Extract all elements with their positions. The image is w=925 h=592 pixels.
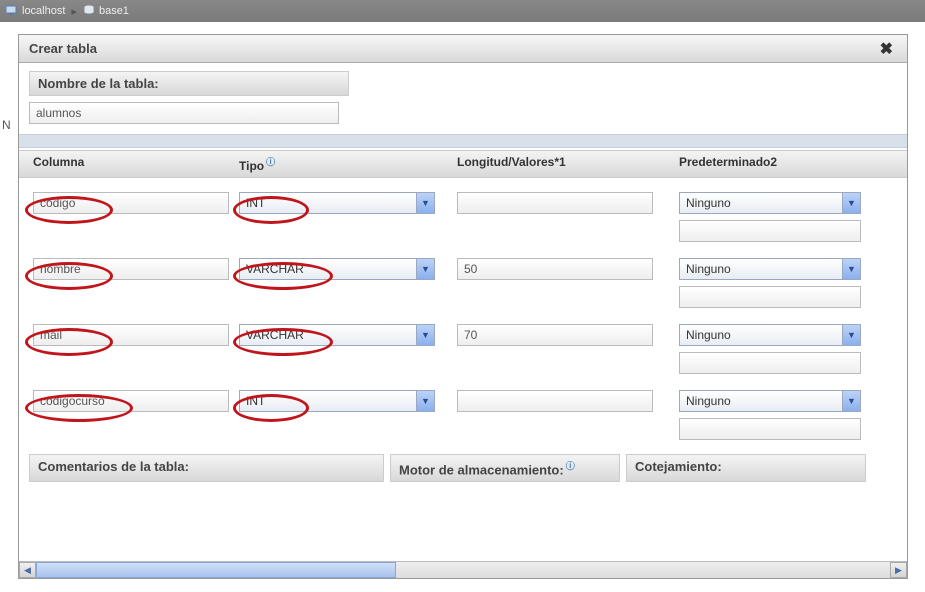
column-default-value-input[interactable] [679,286,861,308]
table-row: INT ▼ Ninguno ▼ [19,382,907,448]
scroll-thumb[interactable] [36,562,396,578]
column-name-input[interactable] [33,258,229,280]
column-length-input[interactable] [457,390,653,412]
column-default-select[interactable]: Ninguno ▼ [679,390,861,412]
column-type-select[interactable]: VARCHAR ▼ [239,324,435,346]
column-type-select[interactable]: INT ▼ [239,390,435,412]
scroll-track[interactable] [36,562,890,578]
chevron-down-icon: ▼ [842,259,860,279]
chevron-down-icon: ▼ [416,259,434,279]
horizontal-scrollbar[interactable]: ◀ ▶ [19,561,907,578]
column-length-input[interactable] [457,192,653,214]
label-motor: Motor de almacenamiento:ⓘ [390,454,620,482]
header-tipo: Tipoⓘ [239,155,457,173]
header-columna: Columna [19,155,239,173]
dialog-body: Nombre de la tabla: Columna Tipoⓘ Longit… [19,63,907,561]
header-longitud: Longitud/Valores*1 [457,155,679,173]
chevron-down-icon: ▼ [842,391,860,411]
column-name-input[interactable] [33,390,229,412]
chevron-down-icon: ▼ [842,325,860,345]
chevron-down-icon: ▼ [416,193,434,213]
label-comentarios: Comentarios de la tabla: [29,454,384,482]
table-row: INT ▼ Ninguno ▼ [19,184,907,250]
column-length-input[interactable] [457,258,653,280]
scroll-left-icon[interactable]: ◀ [19,562,36,578]
column-default-select[interactable]: Ninguno ▼ [679,192,861,214]
fields-rows: INT ▼ Ninguno ▼ [19,178,907,448]
table-row: VARCHAR ▼ Ninguno ▼ [19,250,907,316]
breadcrumb-bar: localhost ▸ base1 [0,0,925,22]
chevron-down-icon: ▼ [416,325,434,345]
database-icon [83,4,95,19]
table-name-input[interactable] [29,102,339,124]
separator-band [19,134,907,148]
close-icon[interactable]: ✖ [876,39,897,59]
label-cotejamiento: Cotejamiento: [626,454,866,482]
breadcrumb-host[interactable]: localhost [22,5,65,17]
dialog-titlebar[interactable]: Crear tabla ✖ [19,35,907,63]
create-table-dialog: Crear tabla ✖ Nombre de la tabla: Column… [18,34,908,579]
columns-header-row: Columna Tipoⓘ Longitud/Valores*1 Predete… [19,150,907,178]
table-row: VARCHAR ▼ Ninguno ▼ [19,316,907,382]
server-icon [6,5,18,18]
header-predeterminado: Predeterminado2 [679,155,879,173]
background-text: N [2,118,11,132]
column-type-select[interactable]: VARCHAR ▼ [239,258,435,280]
column-length-input[interactable] [457,324,653,346]
column-default-value-input[interactable] [679,352,861,374]
dialog-title: Crear tabla [29,41,97,56]
column-default-select[interactable]: Ninguno ▼ [679,258,861,280]
column-type-select[interactable]: INT ▼ [239,192,435,214]
column-name-input[interactable] [33,192,229,214]
chevron-down-icon: ▼ [842,193,860,213]
chevron-down-icon: ▼ [416,391,434,411]
bottom-section-labels: Comentarios de la tabla: Motor de almace… [19,454,907,482]
table-name-label: Nombre de la tabla: [29,71,349,96]
column-default-value-input[interactable] [679,418,861,440]
scroll-right-icon[interactable]: ▶ [890,562,907,578]
help-icon[interactable]: ⓘ [266,157,275,167]
help-icon[interactable]: ⓘ [566,461,575,471]
breadcrumb-separator-icon: ▸ [71,5,77,18]
column-name-input[interactable] [33,324,229,346]
column-default-value-input[interactable] [679,220,861,242]
column-default-select[interactable]: Ninguno ▼ [679,324,861,346]
breadcrumb-db[interactable]: base1 [99,5,129,17]
